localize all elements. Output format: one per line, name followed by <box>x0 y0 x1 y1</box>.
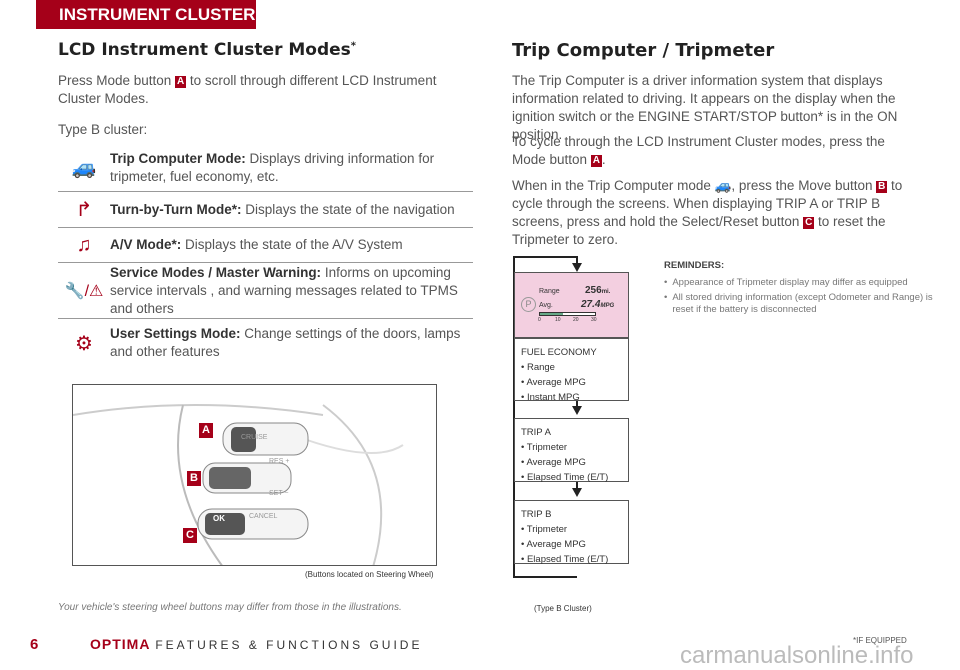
cluster-display: P Range 256mi. Avg. 27.4MPG 0 10 20 30 <box>514 272 629 338</box>
callout-b: B <box>187 471 201 486</box>
reminders: REMINDERS: • Appearance of Tripmeter disp… <box>664 260 934 316</box>
trip-paragraph-2: To cycle through the LCD Instrument Clus… <box>512 134 885 167</box>
page-number: 6 <box>30 636 39 653</box>
gear-indicator: P <box>521 297 536 312</box>
button-a-badge: A <box>175 76 187 88</box>
mode-service: 🔧/⚠ Service Modes / Master Warning: Infor… <box>58 263 473 319</box>
res-button-label: RES + <box>269 458 290 465</box>
reminder-item: • Appearance of Tripmeter display may dif… <box>664 277 908 288</box>
set-button-label: SET − <box>269 490 289 497</box>
cruise-button-label: CRUISE <box>241 434 268 441</box>
arrow-down-icon <box>572 406 582 415</box>
arrow-down-icon <box>572 488 582 497</box>
reminder-item: • All stored driving information (except … <box>664 292 933 315</box>
mode-trip-computer: 🚙 Trip Computer Mode: Displays driving in… <box>58 144 473 192</box>
car-trip-icon: 🚙 <box>714 178 732 193</box>
wheel-caption: (Buttons located on Steering Wheel) <box>305 570 434 579</box>
range-value: 256mi. <box>585 285 611 296</box>
music-note-icon: ♫ <box>76 233 92 256</box>
flow-loop-bottom <box>513 576 577 578</box>
footer-guide-title: OPTIMA FEATURES & FUNCTIONS GUIDE <box>90 636 423 652</box>
avg-value: 27.4MPG <box>581 299 615 310</box>
reminders-title: REMINDERS: <box>664 260 725 271</box>
steering-wheel-illustration: CRUISE RES + SET − OK CANCEL A B C <box>72 384 437 566</box>
arrow-down-icon <box>572 263 582 272</box>
flow-loop-top <box>513 256 577 258</box>
wrench-warning-icon: 🔧/⚠ <box>64 282 104 300</box>
trip-a-box: TRIP A • Tripmeter • Average MPG • Elapsed … <box>514 418 629 483</box>
disclaimer: Your vehicle's steering wheel buttons ma… <box>58 602 402 613</box>
gear-icon: ⚙ <box>75 332 93 355</box>
mode-turn-by-turn: ↱ Turn-by-Turn Mode*: Displays the state … <box>58 192 473 228</box>
range-label: Range <box>539 288 560 295</box>
watermark: carmanualsonline.info <box>680 642 914 669</box>
trip-b-box: TRIP B • Tripmeter • Average MPG • Elapsed … <box>514 500 629 565</box>
type-label: Type B cluster: <box>58 122 148 137</box>
mpg-bar <box>539 312 596 316</box>
steering-wheel-drawing <box>73 404 404 565</box>
intro-text: Press Mode button A to scroll through di… <box>58 73 437 106</box>
mode-user-settings: ⚙ User Settings Mode: Change settings of … <box>58 319 473 367</box>
scale-tick: 10 <box>555 317 561 323</box>
section-tab: INSTRUMENT CLUSTER <box>36 0 256 29</box>
turn-arrow-icon: ↱ <box>75 199 93 221</box>
cancel-button-label: CANCEL <box>249 513 278 520</box>
ok-button-label: OK <box>213 514 225 523</box>
mode-av: ♫ A/V Mode*: Displays the state of the A/… <box>58 228 473 263</box>
scale-tick: 20 <box>573 317 579 323</box>
scale-tick: 30 <box>591 317 597 323</box>
cluster-caption: (Type B Cluster) <box>534 604 592 613</box>
right-heading: Trip Computer / Tripmeter <box>512 40 775 61</box>
section-title: INSTRUMENT CLUSTER <box>59 5 256 24</box>
trip-paragraph-3: When in the Trip Computer mode 🚙, press … <box>512 178 903 247</box>
fuel-economy-box: FUEL ECONOMY • Range • Average MPG • Instan… <box>514 338 629 403</box>
car-trip-icon: 🚙 <box>71 157 97 179</box>
callout-a: A <box>199 423 213 438</box>
left-heading: LCD Instrument Cluster Modes* <box>58 40 357 60</box>
avg-label: Avg. <box>539 302 553 309</box>
scale-tick: 0 <box>538 317 541 323</box>
callout-c: C <box>183 528 197 543</box>
